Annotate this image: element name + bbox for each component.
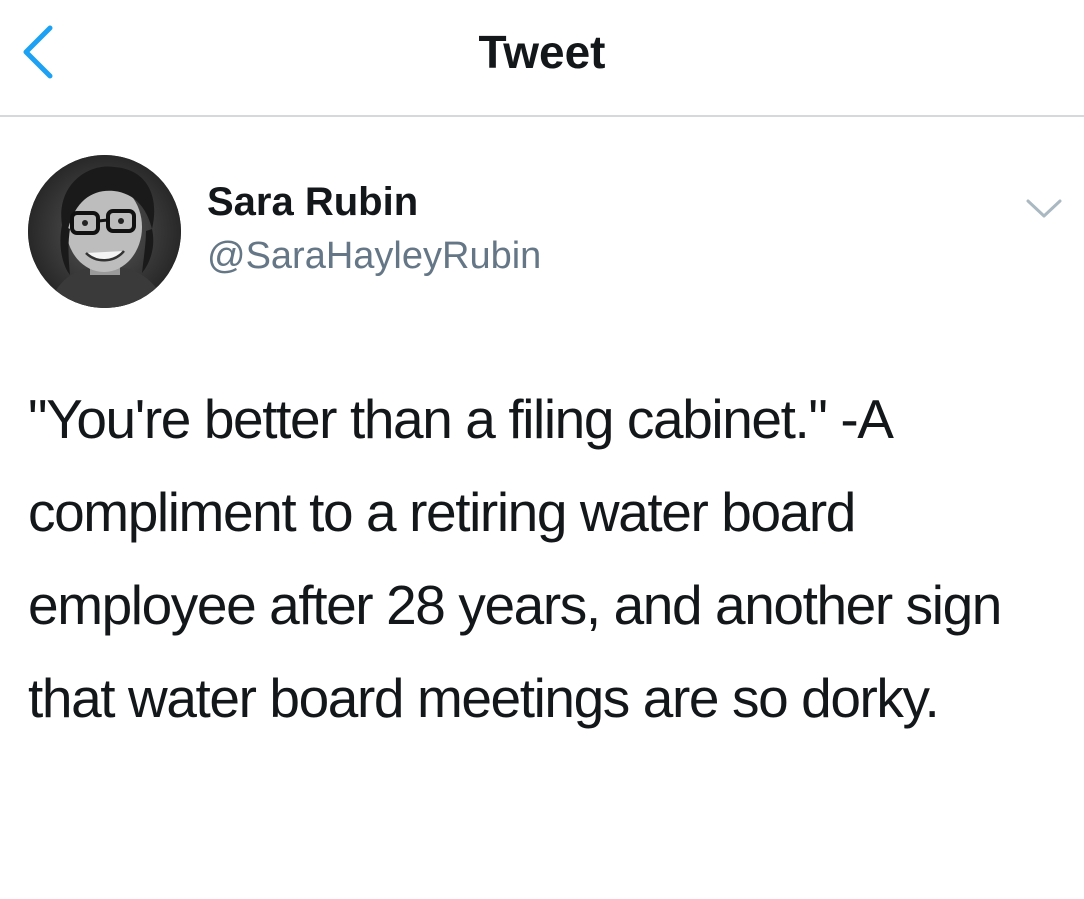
author-display-name[interactable]: Sara Rubin [207,178,418,226]
top-navigation-bar: Tweet [0,0,1084,117]
tweet-options-button[interactable] [1024,192,1064,224]
page-title: Tweet [478,26,606,78]
chevron-down-icon [1026,199,1062,218]
tweet-text: "You're better than a filing cabinet." -… [28,388,1002,729]
profile-photo [28,155,181,308]
author-handle[interactable]: @SaraHayleyRubin [207,233,541,279]
avatar[interactable] [28,155,181,308]
